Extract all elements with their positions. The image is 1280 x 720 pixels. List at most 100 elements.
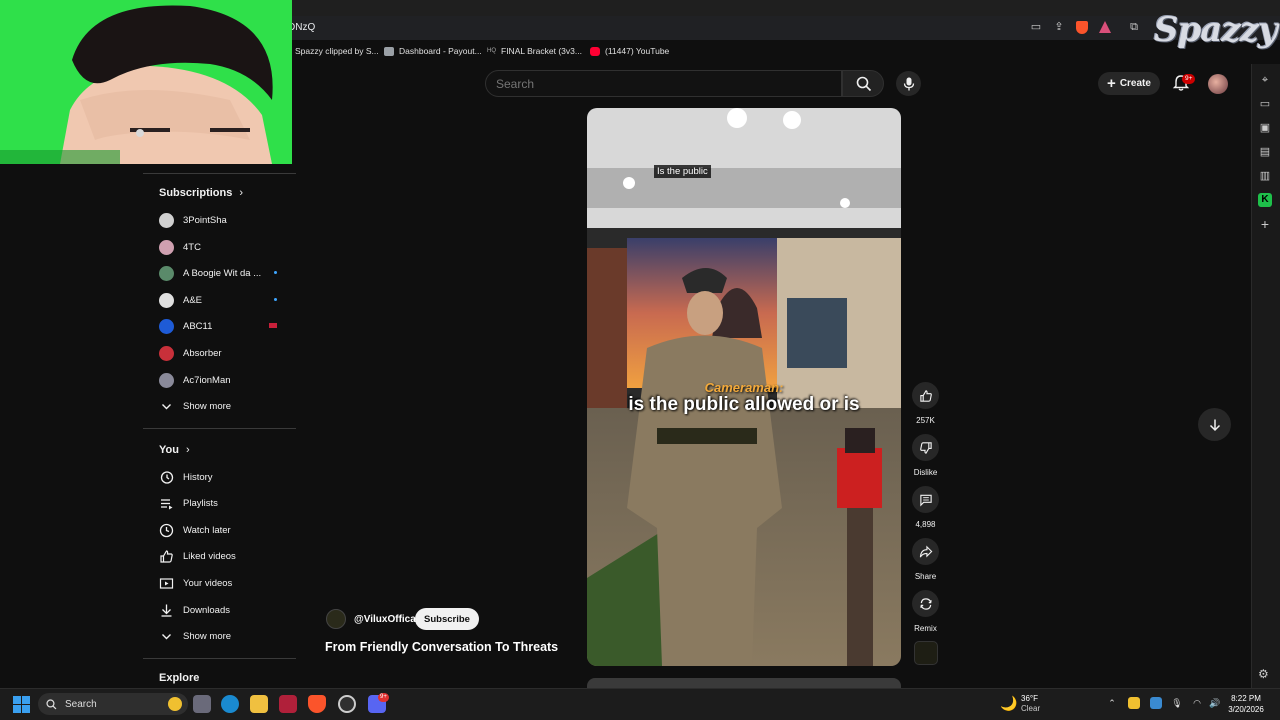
channel-avatar-icon [159,372,174,388]
weather-moon-icon[interactable]: 🌙 [1000,695,1017,712]
wifi-icon[interactable]: ◠ [1191,697,1203,709]
windows-start-icon[interactable] [13,696,30,713]
short-channel-name[interactable]: @ViluxOffical [354,614,419,625]
plus-icon: + [1107,74,1116,92]
subscription-item[interactable]: 4TC [159,237,289,257]
subscription-item[interactable]: A Boogie Wit da ... [159,263,289,283]
remix-button[interactable] [912,590,939,617]
hq-icon: HQ [487,48,496,54]
clock-time[interactable]: 8:22 PM [1226,694,1266,703]
dislike-button[interactable] [912,434,939,461]
voice-search-button[interactable] [896,71,921,96]
weather-temperature[interactable]: 36°F [1021,694,1038,703]
chevron-down-icon [162,633,171,639]
task-view-icon[interactable] [193,695,211,713]
share-page-icon[interactable]: ⇪ [1052,20,1066,34]
sound-source-avatar[interactable] [914,641,938,665]
file-explorer-icon[interactable] [250,695,268,713]
microphone-tray-icon[interactable]: 🎙 [1171,697,1183,709]
comments-button[interactable] [912,486,939,513]
kick-extension-icon[interactable]: K [1258,193,1272,207]
subscription-item[interactable]: A&E [159,290,289,310]
arrow-down-icon [1209,419,1220,431]
you-show-more[interactable]: Show more [159,626,289,646]
bookmark-item[interactable]: HQ FINAL Bracket (3v3... [487,46,582,56]
dislike-label: Dislike [913,468,938,477]
account-avatar[interactable] [1208,74,1228,94]
thumbs-up-icon [919,389,932,402]
wallet-icon[interactable]: ▣ [1258,121,1272,135]
taskbar-search[interactable]: Search [38,693,188,715]
media-panel-icon[interactable]: ▭ [1258,97,1272,111]
chevron-right-icon: › [186,444,190,456]
like-button[interactable] [912,382,939,409]
create-button[interactable]: + Create [1098,72,1160,95]
your-videos-icon [159,577,174,589]
chevron-down-icon [162,403,171,409]
tray-overflow-icon[interactable]: ⌃ [1106,697,1118,709]
channel-avatar-icon [159,292,174,308]
share-label: Share [914,572,937,581]
liked-videos-icon [160,549,173,563]
search-input[interactable] [496,77,826,91]
volume-icon[interactable]: 🔊 [1209,697,1221,709]
tray-app-icon[interactable] [1128,697,1140,709]
add-panel-icon[interactable]: + [1258,217,1272,231]
channel-avatar-icon [159,318,174,334]
tab-manager-icon[interactable]: ⧉ [1127,20,1141,34]
weather-description[interactable]: Clear [1021,704,1040,713]
share-button[interactable] [912,538,939,565]
subscriptions-header[interactable]: Subscriptions › [159,187,243,199]
youtube-icon [590,46,600,56]
subscriptions-show-more[interactable]: Show more [159,396,289,416]
subscription-item[interactable]: Ac7ionMan [159,370,289,390]
you-header[interactable]: You › [159,444,190,456]
nav-watch-later[interactable]: Watch later [159,520,289,540]
adobe-icon[interactable] [279,695,297,713]
bookmark-item[interactable]: Dashboard - Payout... [384,46,482,56]
search-highlight-icon [168,697,182,711]
bookmark-item[interactable]: Spazzy clipped by S... [295,46,379,56]
nav-downloads[interactable]: Downloads [159,600,289,620]
edge-icon[interactable] [221,695,239,713]
short-title[interactable]: From Friendly Conversation To Threats [325,640,558,654]
channel-avatar-icon [159,239,174,255]
downloads-icon [161,604,172,617]
brave-rewards-icon[interactable] [1099,21,1111,33]
brave-icon[interactable] [308,695,326,713]
new-content-dot [274,298,277,301]
brave-shields-icon[interactable] [1076,21,1088,34]
subscription-item[interactable]: ABC11 [159,316,289,336]
explore-header: Explore [159,672,200,684]
obs-icon[interactable] [338,695,356,713]
nav-divider [143,658,296,659]
video-caption-main: is the public allowed or is [628,394,860,415]
subscription-item[interactable]: Absorber [159,343,289,363]
next-short-preview[interactable] [587,678,901,688]
channel-watermark-logo: Spazzy [1154,10,1278,50]
pin-icon[interactable]: ⌖ [1258,73,1272,87]
notifications-badge: 9+ [1182,74,1196,84]
search-button[interactable] [842,70,884,97]
bookmark-item[interactable]: (11447) YouTube [590,46,669,56]
nav-your-videos[interactable]: Your videos [159,573,289,593]
nav-playlists[interactable]: Playlists [159,493,289,513]
tray-app-icon[interactable] [1150,697,1162,709]
short-channel-avatar[interactable] [326,609,346,629]
bookmarks-panel-icon[interactable]: ▤ [1258,145,1272,159]
settings-gear-icon[interactable]: ⚙ [1258,667,1272,681]
cast-icon[interactable]: ▭ [1029,20,1043,34]
reading-list-icon[interactable]: ▥ [1258,169,1272,183]
subscribe-button[interactable]: Subscribe [415,608,479,630]
remix-icon [919,597,932,610]
nav-history[interactable]: History [159,467,289,487]
nav-liked-videos[interactable]: Liked videos [159,546,289,566]
next-short-button[interactable] [1198,408,1231,441]
clock-date[interactable]: 3/20/2026 [1226,705,1266,714]
microphone-icon [903,77,914,90]
channel-avatar-icon [159,265,174,281]
url-text[interactable]: DNzQ [288,22,315,33]
subscription-item[interactable]: 3PointSha [159,210,289,230]
search-box[interactable] [485,70,842,97]
comment-icon [919,494,932,506]
